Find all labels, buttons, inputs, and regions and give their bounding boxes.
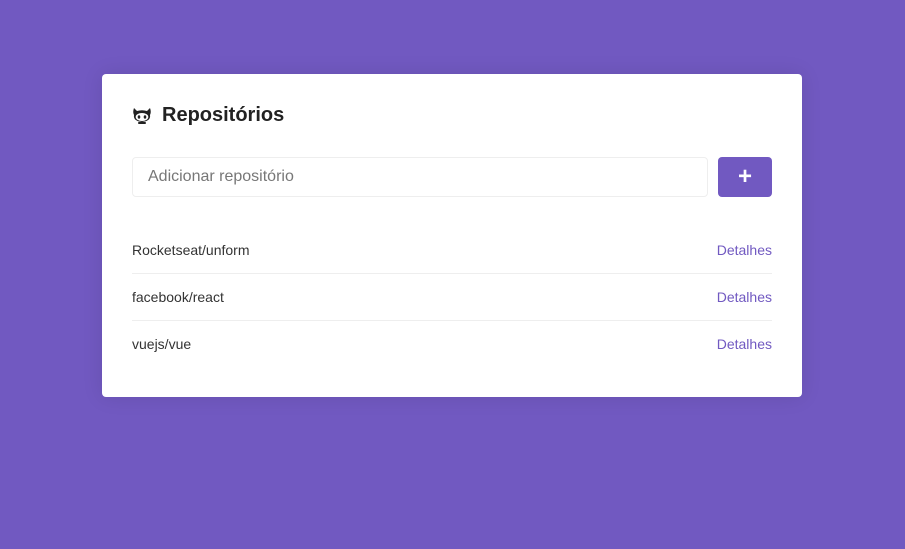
page-title: Repositórios bbox=[132, 104, 772, 126]
list-item: vuejs/vue Detalhes bbox=[132, 320, 772, 367]
repo-list: Rocketseat/unform Detalhes facebook/reac… bbox=[132, 227, 772, 367]
details-link[interactable]: Detalhes bbox=[717, 242, 772, 258]
plus-icon: + bbox=[737, 163, 752, 190]
repo-name: vuejs/vue bbox=[132, 336, 192, 352]
repo-name: Rocketseat/unform bbox=[132, 242, 250, 258]
list-item: facebook/react Detalhes bbox=[132, 273, 772, 320]
add-repo-input[interactable] bbox=[132, 157, 708, 197]
title-text: Repositórios bbox=[162, 103, 285, 126]
details-link[interactable]: Detalhes bbox=[717, 336, 772, 352]
repo-name: facebook/react bbox=[132, 289, 224, 305]
add-repo-button[interactable]: + bbox=[718, 157, 772, 197]
add-repo-form: + bbox=[132, 157, 772, 197]
repositories-card: Repositórios + Rocketseat/unform Detalhe… bbox=[102, 74, 802, 397]
list-item: Rocketseat/unform Detalhes bbox=[132, 227, 772, 273]
github-icon bbox=[132, 105, 152, 125]
details-link[interactable]: Detalhes bbox=[717, 289, 772, 305]
